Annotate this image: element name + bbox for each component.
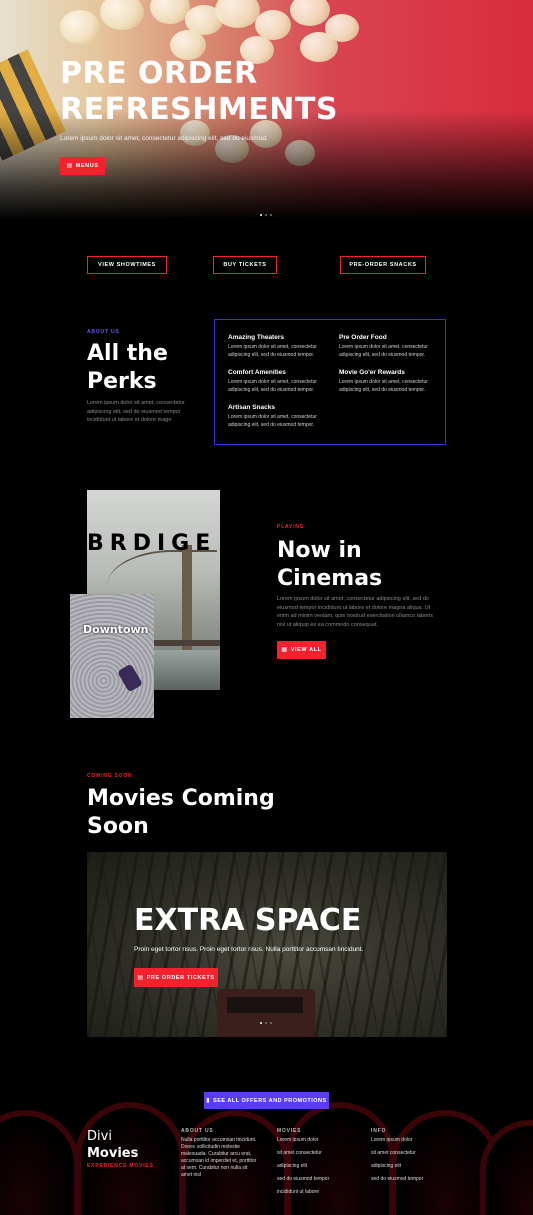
slider-dot-active[interactable] [260,214,262,216]
menus-button-label: MENUS [75,163,99,169]
popcorn-image [150,0,190,24]
brand-tagline: EXPERIENCE MOVIES [87,1163,154,1169]
slider-dot-active[interactable] [260,1022,262,1024]
person-shape [117,663,143,693]
bridge-deck-shape [147,640,220,646]
hero-title: PRE ORDER REFRESHMENTS [60,56,338,127]
footer-link[interactable]: sed do eiusmod tempor [371,1176,423,1189]
grid-icon: ▦ [281,647,288,653]
see-all-offers-label: SEE ALL OFFERS AND PROMOTIONS [213,1097,327,1104]
perk-title: Movie Go'er Rewards [339,369,405,376]
coming-soon-title: Movies Coming Soon [87,785,317,841]
perks-box: Amazing Theaters Lorem ipsum dolor sit a… [214,319,446,445]
perk-item: Amazing Theaters Lorem ipsum dolor sit a… [228,334,323,359]
perk-text: Lorem ipsum dolor sit amet, consectetur … [228,414,317,428]
feature-slider-dots[interactable] [260,1022,272,1024]
footer-link[interactable]: sit amet consectetur [371,1150,423,1163]
footer-info-links: Lorem ipsum dolor sit amet consectetur a… [371,1137,423,1189]
perk-text: Lorem ipsum dolor sit amet, consectetur … [339,379,428,393]
view-all-button-label: VIEW ALL [290,647,322,653]
footer-link[interactable]: sed do eiusmod tempor [277,1176,329,1189]
footer-movies-title: MOVIES [277,1128,302,1134]
coming-soon-eyebrow: COMING SOON [87,773,133,779]
view-all-button[interactable]: ▦ VIEW ALL [277,641,326,659]
perk-title: Amazing Theaters [228,334,284,341]
perks-description: Lorem ipsum dolor sit amet, consectetur … [87,400,185,423]
feature-banner-image [87,852,447,1037]
perks-eyebrow: ABOUT US [87,329,120,335]
slider-dot[interactable] [265,214,267,216]
buy-tickets-button[interactable]: BUY TICKETS [213,256,277,274]
footer-link[interactable]: sit amet consectetur [277,1150,329,1163]
footer-about-text: Nulla porttitor accumsan tincidunt. Done… [181,1137,257,1178]
perks-title-bold: Perks [87,369,157,394]
view-showtimes-button[interactable]: VIEW SHOWTIMES [87,256,167,274]
cinemas-title: Now in Cinemas [277,537,382,593]
feature-subtitle: Proin eget tortor risus. Proin eget tort… [134,946,364,953]
cinemas-title-light: Now in [277,538,362,563]
popcorn-image [60,10,100,44]
perk-item: Movie Go'er Rewards Lorem ipsum dolor si… [339,369,434,394]
perk-item: Artisan Snacks Lorem ipsum dolor sit ame… [228,404,323,429]
bridge-poster-title: BRDIGE [87,531,217,556]
coming-soon-title-light: Movies [87,786,174,811]
cinemas-description: Lorem ipsum dolor sit amet, consectetur … [277,596,433,628]
footer-link[interactable]: adipiscing elit [371,1163,423,1176]
footer-link[interactable]: incididunt ut labore [277,1189,329,1202]
cinemas-title-bold: Cinemas [277,566,383,591]
perks-title: All the Perks [87,340,168,396]
pre-order-tickets-button[interactable]: ▤ PRE ORDER TICKETS [134,968,218,987]
see-all-offers-button[interactable]: ▮ SEE ALL OFFERS AND PROMOTIONS [204,1092,329,1109]
hero-slider-dots[interactable] [260,214,272,216]
footer-about-title: ABOUT US [181,1128,214,1134]
ticket-icon: ▤ [137,974,144,981]
cinemas-eyebrow: PLAYING [277,524,305,530]
perk-title: Pre Order Food [339,334,387,341]
downtown-poster-image[interactable] [70,594,154,718]
footer-info-title: INFO [371,1128,387,1134]
slider-dot[interactable] [270,214,272,216]
hero-subtitle: Lorem ipsum dolor sit amet, consectetur … [60,135,268,142]
perk-text: Lorem ipsum dolor sit amet, consectetur … [228,379,317,393]
slider-dot[interactable] [270,1022,272,1024]
car-shape [217,989,315,1037]
brand-name-light: Divi [87,1129,112,1144]
footer-link[interactable]: Lorem ipsum dolor [277,1137,329,1150]
downtown-poster-title: Downtown [83,623,149,636]
pre-order-tickets-label: PRE ORDER TICKETS [146,974,215,981]
pre-order-snacks-button[interactable]: PRE-ORDER SNACKS [340,256,426,274]
footer-movies-links: Lorem ipsum dolor sit amet consectetur a… [277,1137,329,1202]
slider-dot[interactable] [265,1022,267,1024]
bookmark-icon: ▮ [206,1097,211,1104]
brand-name-bold: Movies [87,1146,139,1161]
popcorn-image [290,0,330,26]
menu-icon: ▤ [66,163,73,169]
perk-title: Artisan Snacks [228,404,275,411]
perk-title: Comfort Amenities [228,369,286,376]
perk-item: Comfort Amenities Lorem ipsum dolor sit … [228,369,323,394]
perk-text: Lorem ipsum dolor sit amet, consectetur … [339,344,428,358]
theater-seat-shape [0,1110,80,1215]
perk-item: Pre Order Food Lorem ipsum dolor sit ame… [339,334,434,359]
perk-text: Lorem ipsum dolor sit amet, consectetur … [228,344,317,358]
perks-title-light: All the [87,341,168,366]
popcorn-image [100,0,144,30]
bridge-tower-shape [182,545,192,655]
menus-button[interactable]: ▤ MENUS [60,157,105,175]
footer-link[interactable]: adipiscing elit [277,1163,329,1176]
footer-brand[interactable]: Divi Movies [87,1128,138,1162]
footer-link[interactable]: Lorem ipsum dolor [371,1137,423,1150]
feature-title: EXTRA SPACE [134,903,362,938]
